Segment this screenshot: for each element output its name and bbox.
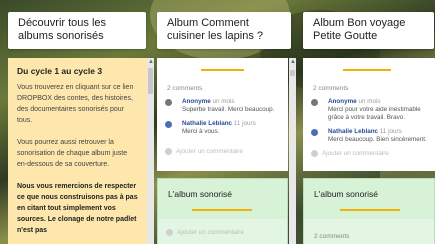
column-header[interactable]: Album Bon voyage Petite Goutte [303, 12, 434, 49]
user-avatar-icon [165, 121, 172, 128]
post-title: Du cycle 1 au cycle 3 [17, 66, 103, 76]
avatar-icon [311, 150, 318, 157]
accent-line [201, 69, 244, 71]
scroll-thumb[interactable] [148, 68, 153, 94]
comment-time: un mois [358, 98, 381, 105]
comments-count[interactable]: 2 comments [313, 85, 435, 92]
comment-author[interactable]: Anonyme [328, 98, 357, 105]
accent-line [343, 69, 391, 71]
scroll-thumb[interactable] [290, 70, 295, 76]
comment-author[interactable]: Anonyme [182, 98, 211, 105]
comment-time: un mois [212, 98, 235, 105]
post-card[interactable]: Du cycle 1 au cycle 3 Vous trouverez en … [8, 58, 147, 244]
column-scrollbar[interactable]: ▲ [147, 58, 154, 244]
comment-author[interactable]: Nathalie Leblanc [182, 120, 232, 127]
column-header[interactable]: Album Comment cuisiner les lapins ? [157, 12, 291, 49]
scroll-up-arrow[interactable]: ▲ [290, 59, 296, 65]
post-paragraph: Vous pourrez aussi retrouver la sonorisa… [17, 139, 128, 168]
add-comment-input[interactable]: Ajouter un commentaire [165, 148, 288, 155]
comment: Anonyme un mois Superbe travail. Merci b… [165, 98, 288, 114]
scroll-up-arrow[interactable]: ▲ [148, 59, 154, 65]
post-card[interactable]: L'album sonorisé 2 comments [303, 178, 435, 244]
user-avatar-icon [311, 129, 318, 136]
post-attachment [157, 58, 288, 80]
accent-line [192, 209, 252, 211]
accent-line [340, 209, 400, 211]
comment: Nathalie Leblanc 11 jours Merci beaucoup… [311, 128, 435, 144]
column-header[interactable]: Découvrir tous les albums sonorisés [8, 12, 146, 49]
add-comment-placeholder: Ajouter un commentaire [322, 150, 389, 157]
post-card[interactable]: 2 comments Anonyme un mois Merci pour vo… [303, 58, 435, 171]
add-comment-placeholder: Ajouter un commentaire [176, 148, 243, 155]
post-title: L'album sonorisé [314, 189, 378, 199]
comments-area: 2 comments [304, 219, 434, 244]
comment: Anonyme un mois Merci pour votre aide in… [311, 98, 435, 122]
anonymous-avatar-icon [165, 99, 172, 106]
post-card[interactable]: 2 comments Anonyme un mois Superbe trava… [157, 58, 288, 171]
comments-count[interactable]: 2 comments [314, 233, 434, 240]
comment-text: Merci beaucoup. Bien sincèrement. [328, 136, 427, 143]
avatar-icon [166, 229, 173, 236]
comment-time: 11 jours [233, 120, 256, 127]
post-paragraph: Vous trouverez en cliquant sur ce lien D… [17, 84, 134, 124]
comments-count[interactable]: 2 comments [167, 85, 288, 92]
add-comment-placeholder: Ajouter un commentaire [177, 229, 244, 236]
comment-text: Superbe travail. Merci beaucoup. [182, 106, 275, 113]
comment-time: 11 jours [379, 128, 402, 135]
comment: Nathalie Leblanc 11 jours Merci à vous. [165, 120, 288, 136]
avatar-icon [165, 148, 172, 155]
post-paragraph: Nous vous remercions de respecter ce que… [17, 183, 138, 234]
post-title: L'album sonorisé [168, 189, 232, 199]
comment-text: Merci à vous. [182, 128, 220, 135]
comments-area: Ajouter un commentaire [158, 219, 287, 244]
comment-text: Merci pour votre aide inestimable grâce … [328, 106, 421, 121]
post-attachment [303, 58, 435, 80]
add-comment-input[interactable]: Ajouter un commentaire [311, 150, 435, 157]
comment-author[interactable]: Nathalie Leblanc [328, 128, 378, 135]
anonymous-avatar-icon [311, 99, 318, 106]
column-scrollbar[interactable]: ▲ [289, 58, 296, 244]
add-comment-input[interactable]: Ajouter un commentaire [166, 229, 287, 236]
post-card[interactable]: L'album sonorisé Ajouter un commentaire [157, 178, 288, 244]
